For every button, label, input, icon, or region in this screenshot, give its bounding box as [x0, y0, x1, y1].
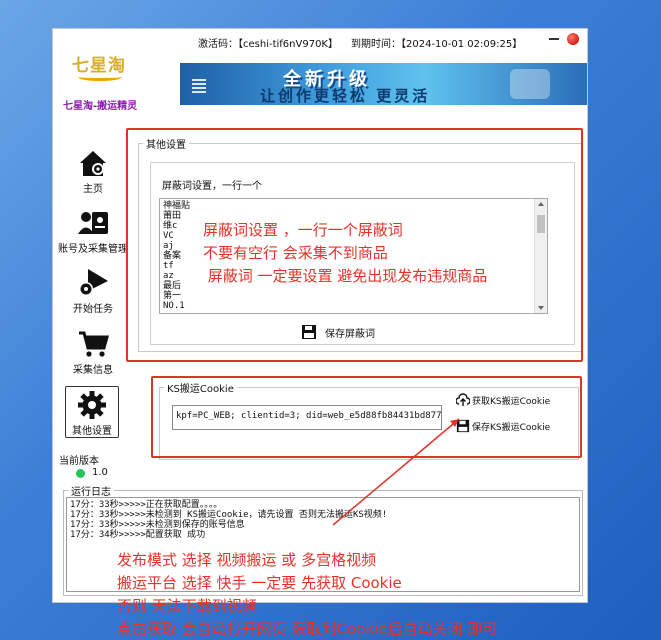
activation-code: 激活码：【ceshi-tif6nV970K】 — [198, 39, 338, 50]
expiry-time: 到期时间：【2024-10-01 02:09:25】 — [351, 39, 523, 50]
save-blocked-words-button[interactable]: 保存屏蔽词 — [301, 322, 375, 342]
settings-annotation: 屏蔽词设置 ，一行一个屏蔽词 不要有空行 会采集不到商品 屏蔽词 一定要设置 避… — [203, 219, 487, 288]
save-icon — [456, 419, 470, 433]
annotation-line: 点击获取 会自动打开网页 获取到Cookie后自动关闭 即可 — [117, 620, 498, 638]
banner-decoration — [510, 69, 550, 99]
blocked-word: NO.1 — [163, 301, 185, 311]
blocked-word: 第一 — [163, 291, 182, 301]
log-line: 17分：34秒>>>>>配置获取 成功 — [70, 530, 206, 540]
app-name: 七星淘-搬运精灵 — [63, 101, 138, 112]
account-card-icon — [78, 212, 108, 234]
annotation-line: 屏蔽词 一定要设置 避免出现发布违规商品 — [203, 267, 488, 285]
scroll-down-icon[interactable] — [538, 306, 544, 310]
version-title: 当前版本 — [59, 456, 99, 467]
sidebar-item-account[interactable]: 账号及采集管理 — [58, 207, 128, 255]
app-window: 激活码：【ceshi-tif6nV970K】 到期时间：【2024-10-01 … — [52, 28, 588, 603]
ks-cookie-title: KS搬运Cookie — [167, 384, 234, 395]
sidebar-item-home[interactable]: 主页 — [58, 147, 128, 195]
home-gear-icon — [80, 151, 106, 176]
scroll-up-icon[interactable] — [538, 202, 544, 206]
get-ks-cookie-label: 获取KS搬运Cookie — [472, 396, 551, 407]
log-line: 17分：33秒>>>>>正在获取配置。。。。 — [70, 500, 223, 510]
ks-cookie-input[interactable]: kpf=PC_WEB; clientid=3; did=web_e5d88fb8… — [172, 405, 442, 430]
save-icon — [302, 325, 316, 339]
annotation-line: 屏蔽词设置 ，一行一个屏蔽词 — [203, 221, 403, 239]
cloud-upload-icon — [456, 393, 470, 406]
blocked-word: 神福贴 — [163, 201, 191, 211]
banner-bars-icon — [192, 79, 206, 93]
get-ks-cookie-button[interactable]: 获取KS搬运Cookie — [456, 393, 550, 407]
logo-smile-icon — [78, 73, 122, 81]
save-ks-cookie-button[interactable]: 保存KS搬运Cookie — [456, 419, 550, 433]
sidebar-item-start-task[interactable]: 开始任务 — [58, 267, 128, 315]
logo: 七星淘 — [68, 49, 148, 91]
play-gear-icon — [79, 269, 108, 296]
close-button[interactable] — [567, 33, 579, 45]
log-line: 17分：33秒>>>>>未检测到 KS搬运Cookie，请先设置 否则无法搬运K… — [70, 510, 388, 520]
annotation-line: 搬运平台 选择 快手 一定要 先获取 Cookie — [117, 574, 402, 592]
annotation-line: 否则 无法下载到视频 — [117, 597, 257, 615]
sidebar-item-label: 采集信息 — [73, 365, 113, 376]
sidebar-item-label: 主页 — [83, 184, 103, 195]
annotation-line: 发布模式 选择 视频搬运 或 多宫格视频 — [117, 551, 377, 569]
blocked-words-label: 屏蔽词设置，一行一个 — [162, 181, 262, 192]
version-value: 1.0 — [92, 467, 108, 478]
gear-icon — [78, 391, 106, 419]
sidebar-item-label: 开始任务 — [73, 304, 113, 315]
sidebar-item-other-settings[interactable]: 其他设置 — [65, 386, 119, 438]
scroll-thumb[interactable] — [537, 215, 545, 233]
log-line: 17分：33秒>>>>>未检测到保存的账号信息 — [70, 520, 245, 530]
run-log-title: 运行日志 — [71, 487, 111, 498]
status-dot — [76, 469, 85, 478]
sidebar-item-collect-info[interactable]: 采集信息 — [58, 328, 128, 376]
save-blocked-words-label: 保存屏蔽词 — [325, 328, 375, 340]
banner-subtitle: 让创作更轻松 更灵活 — [260, 87, 431, 105]
save-ks-cookie-label: 保存KS搬运Cookie — [472, 422, 551, 433]
sidebar-item-label: 账号及采集管理 — [58, 244, 128, 255]
cart-icon — [79, 331, 109, 357]
upgrade-banner: 全新升级 让创作更轻松 更灵活 — [180, 63, 587, 105]
bottom-annotation: 发布模式 选择 视频搬运 或 多宫格视频 搬运平台 选择 快手 一定要 先获取 … — [117, 549, 497, 640]
sidebar-item-label: 其他设置 — [72, 426, 112, 437]
blocked-words-scrollbar[interactable] — [534, 199, 547, 313]
minimize-button[interactable] — [549, 38, 559, 40]
annotation-line: 不要有空行 会采集不到商品 — [203, 244, 388, 262]
other-settings-title: 其他设置 — [146, 140, 186, 151]
